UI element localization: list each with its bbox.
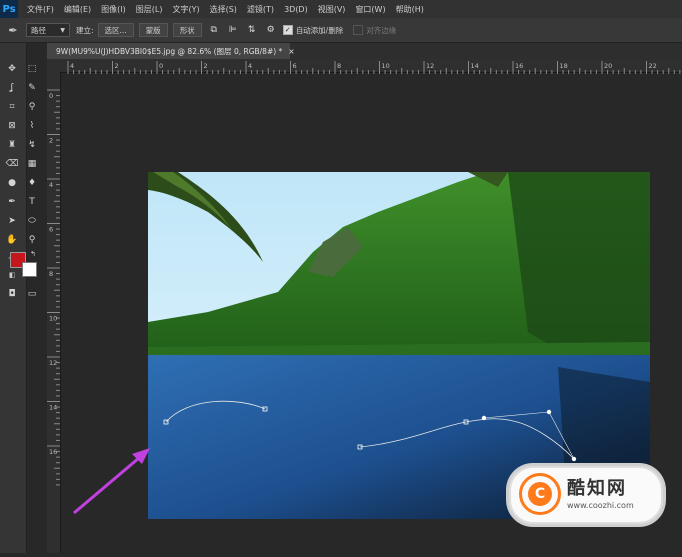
document-tab[interactable]: 9W(MU9%U(J)HDBV3BI0$E5.jpg @ 82.6% (图层 0… bbox=[47, 43, 295, 59]
menu-view[interactable]: 视图(V) bbox=[313, 4, 351, 15]
ruler-label: 18 bbox=[560, 62, 568, 70]
crop-tool-icon[interactable]: ⌗ bbox=[6, 101, 18, 113]
path-alignment-icon[interactable]: ⊫ bbox=[226, 23, 240, 37]
vertical-ruler[interactable]: 0 2 4 6 8 10 12 14 16 bbox=[47, 72, 61, 553]
quick-selection-tool-icon[interactable]: ✎ bbox=[26, 82, 38, 94]
options-bar: ✒ 路径 ▼ 建立: 选区... 蒙版 形状 ⧉ ⊫ ⇅ ⚙ ✓ 自动添加/删除… bbox=[0, 18, 682, 43]
ruler-label: 2 bbox=[49, 137, 53, 145]
path-selection-tool-icon[interactable]: ➤ bbox=[6, 215, 18, 227]
lasso-tool-icon[interactable]: ʆ bbox=[6, 82, 18, 94]
ruler-label: 2 bbox=[204, 62, 208, 70]
menu-file[interactable]: 文件(F) bbox=[22, 4, 59, 15]
ruler-label: 4 bbox=[248, 62, 252, 70]
pen-tool-icon[interactable]: ✒ bbox=[6, 196, 18, 208]
menu-edit[interactable]: 编辑(E) bbox=[59, 4, 96, 15]
ellipse-tool-icon[interactable]: ⬭ bbox=[26, 215, 38, 227]
document-tab-title: 9W(MU9%U(J)HDBV3BI0$E5.jpg @ 82.6% (图层 0… bbox=[56, 46, 283, 56]
eyedropper-tool-icon[interactable]: ⚲ bbox=[26, 101, 38, 113]
menu-layer[interactable]: 图层(L) bbox=[131, 4, 168, 15]
ruler-label: 20 bbox=[604, 62, 612, 70]
auto-add-delete-checkbox[interactable]: ✓ bbox=[282, 25, 293, 35]
hand-tool-icon[interactable]: ✋ bbox=[6, 234, 18, 246]
move-tool-icon[interactable]: ✥ bbox=[6, 63, 18, 75]
vertical-ruler-scale: 0 2 4 6 8 10 12 14 16 bbox=[47, 89, 60, 486]
close-icon[interactable]: × bbox=[288, 47, 294, 56]
coozhi-watermark: C 酷知网 www.coozhi.com bbox=[509, 466, 663, 524]
ruler-label: 0 bbox=[159, 62, 163, 70]
watermark-title: 酷知网 bbox=[567, 478, 627, 499]
screen-mode-icon[interactable]: ▭ bbox=[26, 288, 38, 300]
make-selection-button[interactable]: 选区... bbox=[97, 23, 134, 37]
document-tab-bar: 9W(MU9%U(J)HDBV3BI0$E5.jpg @ 82.6% (图层 0… bbox=[47, 43, 682, 59]
ruler-label: 14 bbox=[471, 62, 479, 70]
menu-image[interactable]: 图像(I) bbox=[96, 4, 131, 15]
history-brush-tool-icon[interactable]: ↯ bbox=[26, 139, 38, 151]
make-label: 建立: bbox=[76, 25, 94, 35]
frame-tool-icon[interactable]: ⊠ bbox=[6, 120, 18, 132]
gradient-tool-icon[interactable]: ▦ bbox=[26, 158, 38, 170]
type-tool-icon[interactable]: T bbox=[26, 196, 38, 208]
menu-select[interactable]: 选择(S) bbox=[205, 4, 242, 15]
zoom-tool-icon[interactable]: ⚲ bbox=[26, 234, 38, 246]
mode-select-value: 路径 bbox=[31, 25, 46, 35]
path-operations-icon[interactable]: ⧉ bbox=[207, 23, 221, 37]
watermark-url: www.coozhi.com bbox=[567, 501, 634, 510]
path-arrangement-icon[interactable]: ⇅ bbox=[245, 23, 259, 37]
ruler-label: 4 bbox=[70, 62, 74, 70]
eraser-tool-icon[interactable]: ⌫ bbox=[6, 158, 19, 170]
quick-mask-icon[interactable]: ◘ bbox=[6, 288, 18, 300]
ruler-label: 12 bbox=[426, 62, 434, 70]
coozhi-logo: C bbox=[519, 473, 561, 515]
ruler-label: 12 bbox=[49, 359, 57, 367]
horizontal-ruler[interactable]: 4 2 0 2 4 6 8 10 12 14 16 18 20 22 bbox=[60, 59, 682, 74]
ruler-label: 16 bbox=[49, 448, 57, 456]
annotation-arrow bbox=[73, 448, 150, 515]
ruler-label: 2 bbox=[115, 62, 119, 70]
ruler-label: 8 bbox=[337, 62, 341, 70]
align-edges-checkbox[interactable] bbox=[353, 25, 364, 35]
menu-bar: Ps 文件(F) 编辑(E) 图像(I) 图层(L) 文字(Y) 选择(S) 滤… bbox=[0, 0, 682, 18]
make-mask-button[interactable]: 蒙版 bbox=[138, 23, 168, 37]
ruler-label: 6 bbox=[49, 226, 53, 234]
gear-icon[interactable]: ⚙ bbox=[264, 23, 278, 37]
menu-window[interactable]: 窗口(W) bbox=[350, 4, 390, 15]
ruler-label: 6 bbox=[293, 62, 297, 70]
ruler-label: 10 bbox=[49, 315, 57, 323]
brush-tool-icon[interactable]: ⌇ bbox=[26, 120, 38, 132]
menu-type[interactable]: 文字(Y) bbox=[167, 4, 204, 15]
ruler-label: 10 bbox=[382, 62, 390, 70]
ruler-label: 14 bbox=[49, 404, 57, 412]
ruler-label: 0 bbox=[49, 92, 53, 100]
background-color-swatch[interactable] bbox=[22, 262, 37, 277]
blur-tool-icon[interactable]: ♦ bbox=[26, 177, 38, 189]
coozhi-logo-letter: C bbox=[528, 482, 552, 506]
ruler-label: 16 bbox=[515, 62, 523, 70]
tools-panel: ✥ ʆ ⌗ ⊠ ♜ ⌫ ● ✒ ➤ ✋ ··· ⬚ ✎ ⚲ ⌇ ↯ ▦ ♦ T … bbox=[0, 43, 37, 553]
clone-stamp-tool-icon[interactable]: ♜ bbox=[6, 139, 18, 151]
ruler-label: 22 bbox=[649, 62, 657, 70]
make-shape-button[interactable]: 形状 bbox=[172, 23, 202, 37]
ruler-label: 8 bbox=[49, 270, 53, 278]
menu-filter[interactable]: 滤镜(T) bbox=[242, 4, 279, 15]
align-edges-label: 对齐边缘 bbox=[366, 25, 397, 35]
horizontal-ruler-scale: 4 2 0 2 4 6 8 10 12 14 16 18 20 22 bbox=[67, 61, 681, 74]
auto-add-delete-label: 自动添加/删除 bbox=[295, 25, 344, 35]
swap-colors-icon[interactable]: ↰ bbox=[30, 250, 36, 258]
menu-help[interactable]: 帮助(H) bbox=[391, 4, 429, 15]
pen-tool-preset-icon[interactable]: ✒ bbox=[0, 24, 26, 37]
ruler-origin[interactable] bbox=[47, 59, 60, 72]
default-colors-icon[interactable]: ◧ bbox=[9, 271, 16, 279]
menu-3d[interactable]: 3D(D) bbox=[279, 5, 313, 14]
mode-select[interactable]: 路径 ▼ bbox=[26, 23, 70, 37]
dodge-tool-icon[interactable]: ● bbox=[6, 177, 18, 189]
ruler-label: 4 bbox=[49, 181, 53, 189]
photoshop-logo: Ps bbox=[0, 0, 18, 18]
chevron-down-icon: ▼ bbox=[60, 26, 65, 34]
marquee-tool-icon[interactable]: ⬚ bbox=[26, 63, 38, 75]
